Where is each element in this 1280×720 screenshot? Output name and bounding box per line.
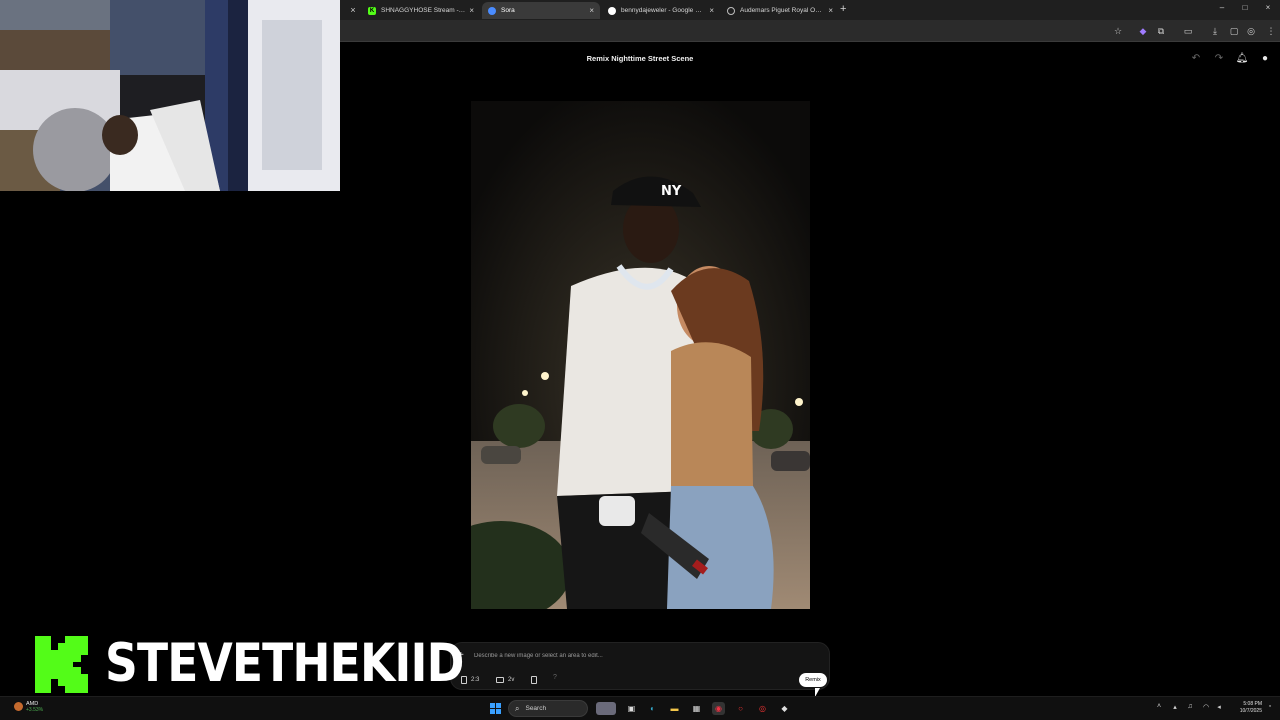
prompt-input[interactable] — [474, 650, 774, 662]
extensions-puzzle-icon[interactable]: ⧉ — [1155, 25, 1167, 37]
tab-close-icon[interactable]: × — [709, 6, 714, 15]
web-favicon-icon — [727, 6, 735, 15]
clock-date: 10/7/2025 — [1239, 708, 1262, 714]
store-icon[interactable]: ▦ — [690, 702, 703, 715]
menu-icon[interactable]: ⋮ — [1265, 25, 1277, 37]
new-tab-button[interactable]: + — [840, 3, 846, 15]
kick-favicon-icon: K — [368, 6, 376, 15]
prompt-composer: + 2:3 2v ? Remix — [450, 642, 830, 690]
variations-selector[interactable]: 2v — [496, 673, 514, 686]
avatar[interactable]: ● — [1258, 52, 1272, 66]
stock-widget[interactable]: AMD +3.53% — [12, 701, 43, 713]
browser-tabstrip: × K SHNAGGYHOSE Stream - Watc × Sora × b… — [340, 0, 1280, 20]
redo-icon[interactable]: ↷ — [1212, 52, 1226, 66]
profile-icon[interactable]: ◎ — [1245, 25, 1257, 37]
help-icon[interactable]: ? — [553, 674, 557, 681]
volume-icon[interactable]: ◂ — [1213, 703, 1225, 711]
webcam-overlay — [0, 0, 340, 191]
svg-text:NY: NY — [661, 184, 682, 199]
notification-bell-icon[interactable]: 🔔︎ — [1235, 52, 1249, 66]
search-icon: ⌕ — [515, 703, 520, 713]
task-view-icon[interactable]: ▣ — [625, 702, 638, 715]
extension-gem-icon[interactable]: ◆ — [1137, 25, 1149, 37]
clock-time: 5:08 PM — [1243, 701, 1262, 707]
tab-close-icon[interactable]: × — [828, 6, 833, 15]
variations-label: 2v — [508, 676, 515, 683]
tray-overflow-icon[interactable]: ˄ — [1153, 703, 1165, 710]
undo-icon[interactable]: ↶ — [1189, 52, 1203, 66]
landscape-widget-icon[interactable] — [596, 702, 616, 715]
microphone-icon[interactable]: ♫ — [1184, 703, 1196, 710]
file-explorer-icon[interactable]: ▬ — [668, 702, 681, 715]
browser-tab[interactable]: Audemars Piguet Royal Oak Dr × — [721, 2, 839, 19]
browser-tab-active[interactable]: Sora × — [482, 2, 600, 19]
bookmark-star-icon[interactable]: ☆ — [1112, 25, 1124, 37]
close-window-button[interactable]: × — [1258, 3, 1278, 12]
night-scene-image: NY — [471, 101, 810, 609]
tab-close-icon[interactable]: × — [469, 6, 474, 15]
google-favicon-icon — [608, 6, 616, 15]
app-icon[interactable]: ◆ — [778, 702, 791, 715]
presets-button[interactable] — [531, 673, 541, 686]
aspect-ratio-label: 2:3 — [471, 676, 480, 683]
sora-favicon-icon — [488, 6, 496, 15]
wifi-icon[interactable]: ◠ — [1200, 703, 1212, 711]
taskbar-clock[interactable]: 5:08 PM 10/7/2025 — [1230, 701, 1262, 715]
windows-taskbar: AMD +3.53% ⌕ Search ▣ ◐ ▬ ▦ ◉ ○ ◎ ◆ ˄ ▴ … — [0, 696, 1280, 720]
streamer-name: STEVETHEKIID — [105, 633, 464, 694]
browser-tab[interactable]: K SHNAGGYHOSE Stream - Watc × — [362, 2, 480, 19]
variations-icon — [496, 676, 504, 683]
download-icon[interactable]: ⤓ — [1209, 25, 1221, 37]
opera-icon[interactable]: ○ — [734, 702, 747, 715]
tab-close-icon[interactable]: × — [589, 6, 594, 15]
tray-app-icon[interactable]: ▴ — [1169, 703, 1181, 711]
chrome-icon[interactable]: ◉ — [712, 702, 725, 715]
preset-icon — [531, 675, 537, 684]
taskbar-search[interactable]: ⌕ Search — [508, 700, 588, 717]
remix-button[interactable]: Remix — [799, 673, 827, 687]
stock-icon — [14, 702, 23, 711]
tab-search-icon[interactable]: ▢ — [1228, 25, 1240, 37]
tab-title: bennydajeweler - Google Sear — [621, 7, 706, 14]
tab-title: SHNAGGYHOSE Stream - Watc — [381, 7, 465, 14]
aspect-ratio-selector[interactable]: 2:3 — [461, 673, 479, 686]
kick-logo-icon — [35, 636, 88, 693]
sidebar-icon[interactable]: ▭ — [1182, 25, 1194, 37]
tab-title: Audemars Piguet Royal Oak Dr — [740, 7, 825, 14]
webcam-feed — [0, 0, 340, 191]
search-label: Search — [525, 705, 547, 712]
notifications-icon[interactable]: ▫ — [1264, 703, 1276, 710]
copilot-icon[interactable]: ◐ — [646, 702, 659, 715]
tab-title: Sora — [501, 7, 515, 14]
minimize-button[interactable]: – — [1212, 3, 1232, 12]
windows-start-icon[interactable] — [490, 703, 501, 714]
maximize-button[interactable]: □ — [1235, 3, 1255, 12]
browser-toolbar: ☆ ◆ ⧉ ▭ ⤓ ▢ ◎ ⋮ — [340, 20, 1280, 42]
browser-tab[interactable]: bennydajeweler - Google Sear × — [602, 2, 720, 19]
generated-image[interactable]: NY — [471, 101, 810, 609]
close-icon[interactable]: × — [348, 4, 358, 16]
recording-app-icon[interactable]: ◎ — [756, 702, 769, 715]
page-title: Remix Nighttime Street Scene — [586, 54, 694, 63]
